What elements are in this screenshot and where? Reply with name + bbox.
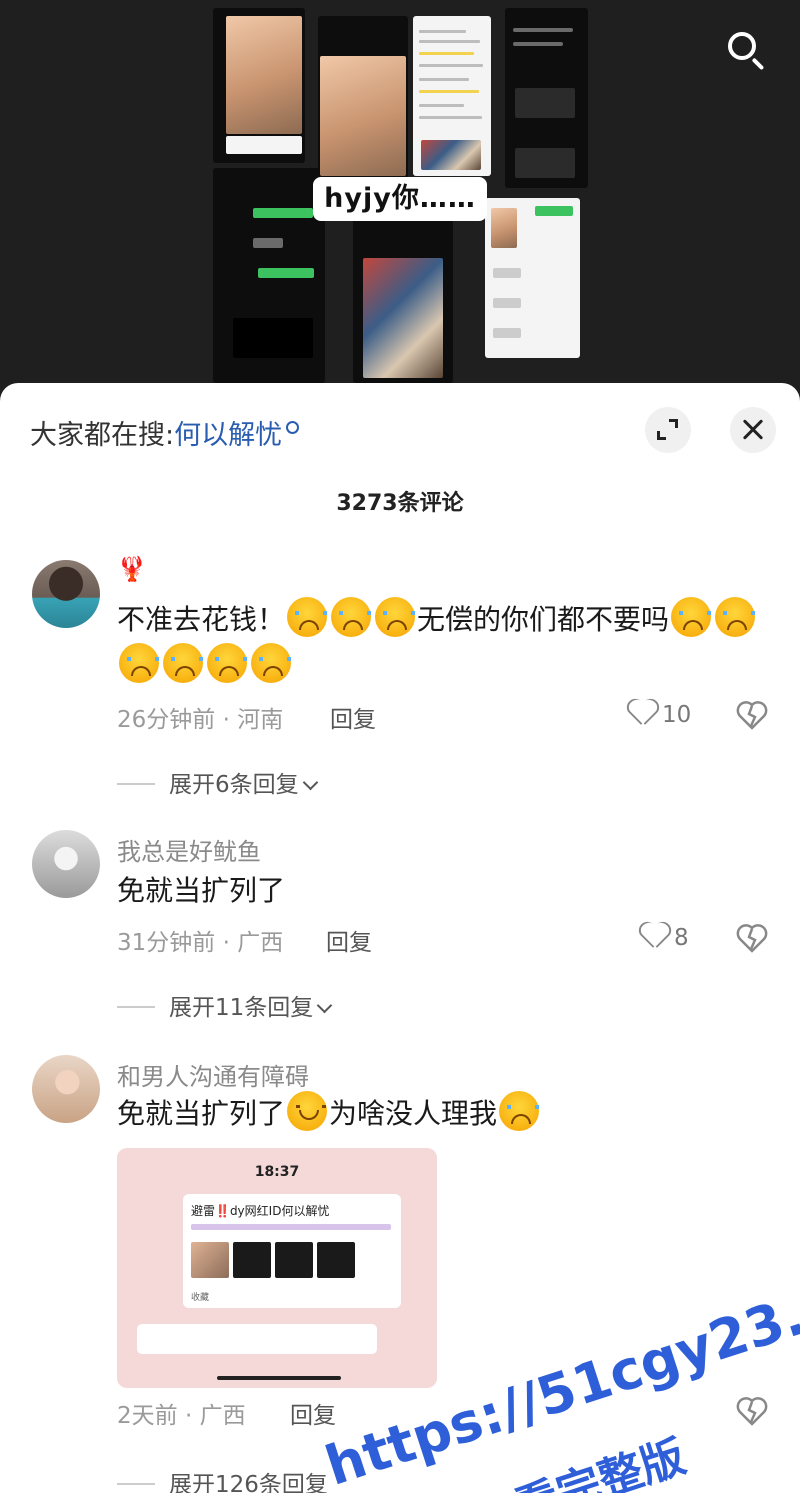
dislike-icon[interactable] — [736, 923, 768, 953]
search-suggestion-keyword[interactable]: 何以解忧 — [174, 420, 282, 451]
screenshot-card: 避雷‼️dy网红ID何以解忧 收藏 — [183, 1194, 401, 1308]
expand-replies-button[interactable]: 展开6条回复 — [117, 765, 318, 799]
sweat-smile-emoji-icon — [287, 1091, 328, 1131]
comment-text-part: 免就当扩列了 — [117, 1097, 286, 1130]
comment-text-part: 不准去花钱！ — [117, 603, 286, 636]
reply-button[interactable]: 回复 — [290, 1396, 336, 1430]
comment-text-part: 为啥没人理我 — [329, 1097, 498, 1130]
comment-image[interactable]: 18:37 避雷‼️dy网红ID何以解忧 收藏 — [117, 1148, 437, 1388]
like-count: 10 — [662, 702, 692, 728]
heart-icon — [628, 700, 656, 726]
comment-text-part: 无偿的你们都不要吗 — [417, 603, 670, 636]
expand-replies-label: 展开126条回复 — [169, 1472, 328, 1493]
collage-pane — [213, 168, 325, 383]
collage-pane — [413, 16, 491, 176]
search-mini-icon — [286, 421, 300, 434]
search-suggestion-prefix: 大家都在搜: — [30, 420, 175, 451]
collage-pane — [213, 8, 305, 163]
collage-pane — [505, 8, 588, 188]
comment-text: 不准去花钱！ 无偿的你们都不要吗 — [117, 597, 777, 689]
crying-emoji-icon — [715, 597, 756, 637]
comment-username[interactable]: 和男人沟通有障碍 — [117, 1057, 309, 1092]
screenshot-card-title: 避雷‼️dy网红ID何以解忧 — [191, 1204, 330, 1218]
comment-username[interactable]: 🦞 — [117, 555, 147, 583]
expand-replies-button[interactable]: 展开126条回复 — [117, 1465, 328, 1493]
heart-icon — [640, 923, 668, 949]
expand-replies-button[interactable]: 展开11条回复 — [117, 988, 333, 1022]
reply-button[interactable]: 回复 — [326, 923, 372, 957]
crying-emoji-icon — [251, 643, 291, 683]
chevron-down-icon — [317, 997, 333, 1014]
screenshot-time: 18:37 — [254, 1164, 300, 1180]
like-button[interactable]: 8 — [640, 923, 689, 951]
comment-count: 3273条评论 — [336, 491, 464, 516]
comment-time-location: 26分钟前 · 河南 — [117, 707, 284, 733]
comment-text: 免就当扩列了 为啥没人理我 — [117, 1091, 777, 1137]
video-overlay-text: hyjy你…… — [313, 177, 487, 221]
collage-pane — [353, 218, 453, 383]
search-icon[interactable] — [722, 26, 770, 74]
expand-icon[interactable] — [645, 407, 691, 453]
crying-emoji-icon — [331, 597, 372, 637]
dislike-icon[interactable] — [736, 700, 768, 730]
comment-username[interactable]: 我总是好鱿鱼 — [117, 832, 261, 867]
collage-pane — [318, 16, 408, 181]
close-icon[interactable] — [730, 407, 776, 453]
comment-text: 免就当扩列了 — [117, 874, 286, 907]
expand-replies-label: 展开11条回复 — [169, 995, 314, 1021]
crying-emoji-icon — [671, 597, 712, 637]
collage-pane — [485, 198, 580, 358]
reply-button[interactable]: 回复 — [330, 700, 376, 734]
expand-replies-label: 展开6条回复 — [169, 772, 299, 798]
avatar[interactable] — [32, 560, 100, 628]
hug-emoji-icon — [499, 1091, 540, 1131]
crying-emoji-icon — [207, 643, 247, 683]
crying-emoji-icon — [287, 597, 328, 637]
avatar[interactable] — [32, 1055, 100, 1123]
like-button[interactable]: 10 — [628, 700, 691, 728]
screenshot-card-footer: 收藏 — [191, 1293, 210, 1303]
crying-emoji-icon — [375, 597, 416, 637]
comment-time-location: 31分钟前 · 广西 — [117, 930, 284, 956]
comment-time-location: 2天前 · 广西 — [117, 1403, 246, 1429]
video-area[interactable]: hyjy你…… — [0, 0, 800, 400]
crying-emoji-icon — [119, 643, 159, 683]
avatar[interactable] — [32, 830, 100, 898]
crying-emoji-icon — [163, 643, 203, 683]
dislike-icon[interactable] — [736, 1396, 768, 1426]
search-suggestion[interactable]: 大家都在搜:何以解忧 — [30, 413, 300, 452]
like-count: 8 — [674, 925, 689, 951]
chevron-down-icon — [302, 774, 318, 791]
